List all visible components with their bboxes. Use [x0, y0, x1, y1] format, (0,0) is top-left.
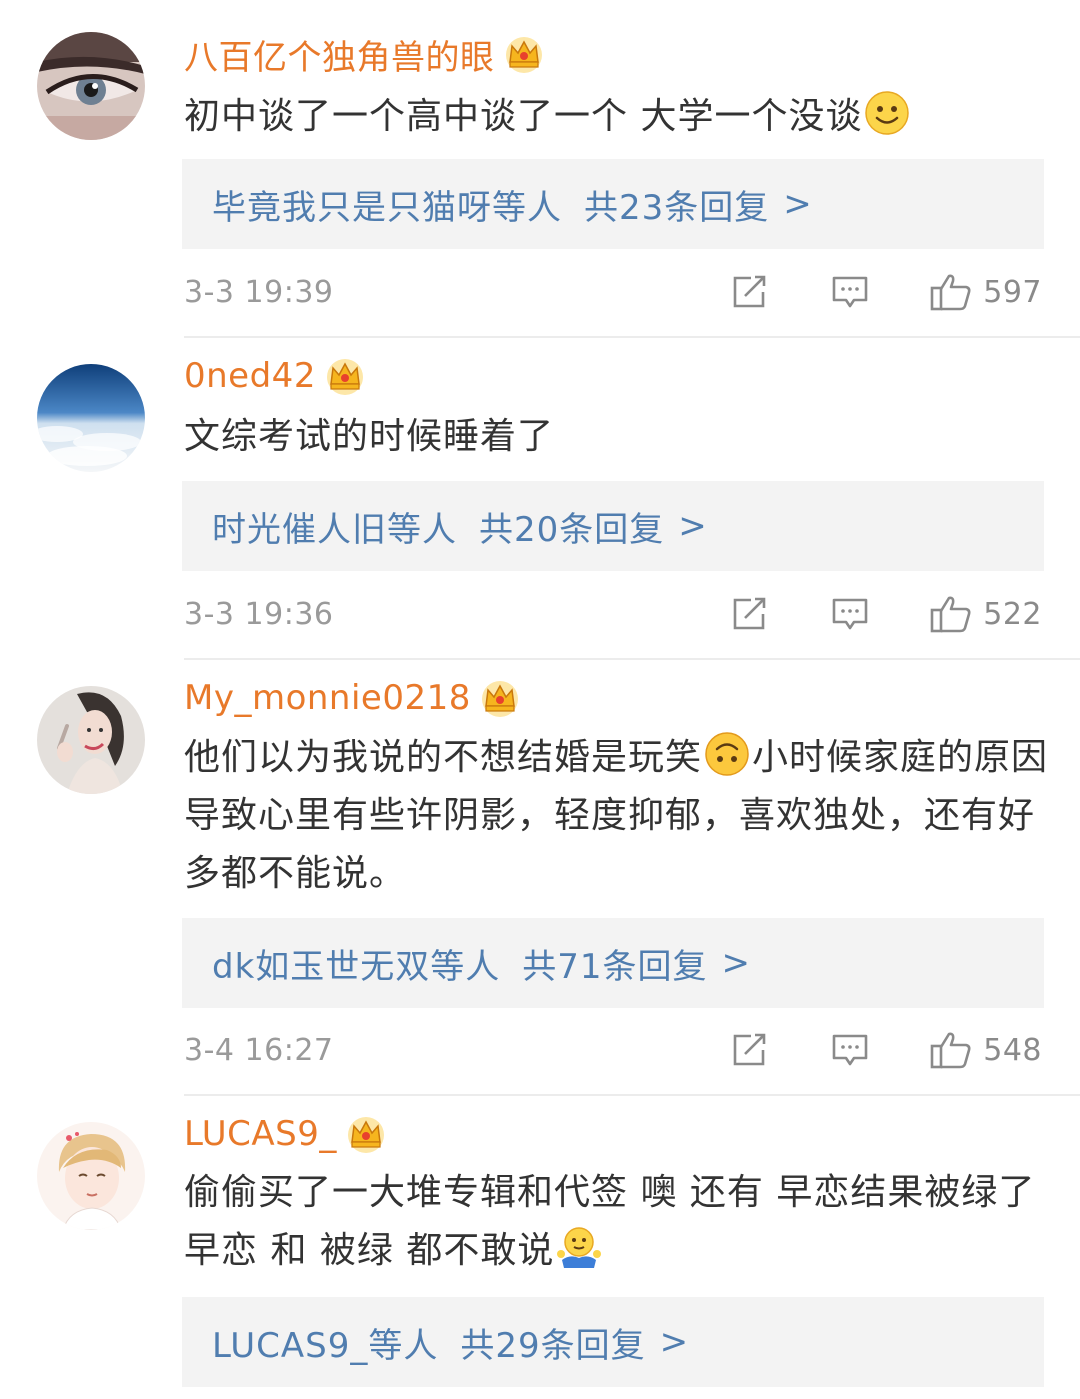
reply-summary[interactable]: dk如玉世无双等人 共71条回复 >	[182, 918, 1044, 1008]
reply-count[interactable]: 共29条回复	[460, 1318, 645, 1367]
share-button[interactable]	[731, 274, 769, 310]
comment-meta: 3-3 19:39 597	[184, 264, 1042, 320]
reply-count[interactable]: 共71条回复	[522, 939, 707, 988]
crown-icon	[347, 1117, 384, 1153]
comment-text: 偷偷买了一大堆专辑和代签 噢 还有 早恋结果被绿了 早恋 和 被绿 都不敢说	[184, 1164, 1054, 1280]
username[interactable]: LUCAS9_	[184, 1114, 337, 1154]
crown-icon	[481, 681, 518, 717]
avatar[interactable]	[37, 686, 145, 794]
timestamp: 3-3 19:39	[184, 274, 334, 310]
divider	[184, 658, 1080, 660]
username[interactable]: 0ned42	[184, 356, 316, 396]
action-bar: 548	[731, 1030, 1042, 1070]
avatar[interactable]	[37, 32, 145, 140]
comment-text: 文综考试的时候睡着了	[184, 408, 1054, 466]
chevron-right-icon: >	[678, 506, 707, 546]
comment-text-content: 偷偷买了一大堆专辑和代签 噢 还有 早恋结果被绿了 早恋 和 被绿 都不敢说	[184, 1172, 1036, 1271]
comment-text: 他们以为我说的不想结婚是玩笑 小时候家庭的原因导致心里有些许阴影，轻度抑郁，喜欢…	[184, 729, 1054, 903]
reply-users[interactable]: LUCAS9_等人	[212, 1318, 438, 1367]
divider	[184, 1094, 1080, 1096]
share-icon	[733, 1033, 766, 1066]
smile-emoji-icon	[865, 91, 910, 135]
comment-button[interactable]	[831, 1032, 869, 1068]
comment-icon	[832, 1034, 868, 1066]
timestamp: 3-4 16:27	[184, 1032, 334, 1068]
username-row: 八百亿个独角兽的眼	[184, 26, 545, 82]
comment-icon	[832, 598, 868, 630]
shrug-emoji-icon	[557, 1227, 602, 1268]
comment-text: 初中谈了一个高中谈了一个 大学一个没谈	[184, 88, 1054, 146]
like-button[interactable]: 548	[929, 1030, 1042, 1070]
reply-users[interactable]: 毕竟我只是只猫呀等人	[212, 180, 562, 229]
like-count: 522	[983, 596, 1042, 632]
username[interactable]: 八百亿个独角兽的眼	[184, 30, 495, 79]
username-row: 0ned42	[184, 348, 366, 404]
reply-count[interactable]: 共23条回复	[584, 180, 769, 229]
reply-summary[interactable]: LUCAS9_等人 共29条回复 >	[182, 1297, 1044, 1387]
thumbs-up-icon	[930, 274, 971, 311]
thumbs-up-icon	[930, 1032, 971, 1069]
chevron-right-icon: >	[721, 943, 751, 983]
share-button[interactable]	[731, 1032, 769, 1068]
comment-button[interactable]	[831, 274, 869, 310]
like-count: 548	[983, 1032, 1042, 1068]
crown-icon	[326, 359, 363, 395]
comment-text-content: 初中谈了一个高中谈了一个 大学一个没谈	[184, 96, 863, 137]
reply-users[interactable]: 时光催人旧等人	[212, 502, 457, 551]
action-bar: 597	[731, 272, 1042, 312]
username-row: My_monnie0218	[184, 670, 521, 726]
comment-icon	[832, 276, 868, 308]
reply-summary[interactable]: 时光催人旧等人 共20条回复 >	[182, 481, 1044, 571]
avatar[interactable]	[37, 1122, 145, 1230]
thumbs-up-icon	[930, 596, 971, 633]
share-button[interactable]	[731, 596, 769, 632]
upside-down-face-emoji-icon	[705, 732, 749, 776]
share-icon	[733, 275, 766, 308]
reply-users[interactable]: dk如玉世无双等人	[212, 939, 500, 988]
like-button[interactable]: 597	[929, 272, 1042, 312]
reply-count[interactable]: 共20条回复	[479, 502, 664, 551]
username-row: LUCAS9_	[184, 1106, 387, 1162]
comment-meta: 3-3 19:36 522	[184, 586, 1042, 642]
action-bar: 522	[731, 594, 1042, 634]
like-button[interactable]: 522	[929, 594, 1042, 634]
username[interactable]: My_monnie0218	[184, 678, 471, 718]
reply-summary[interactable]: 毕竟我只是只猫呀等人 共23条回复 >	[182, 159, 1044, 249]
chevron-right-icon: >	[659, 1322, 689, 1362]
share-icon	[733, 597, 766, 630]
comment-text-content: 他们以为我说的不想结婚是玩笑	[184, 737, 703, 778]
chevron-right-icon: >	[783, 184, 812, 224]
avatar[interactable]	[37, 364, 145, 472]
comment-text-content: 文综考试的时候睡着了	[184, 416, 555, 457]
timestamp: 3-3 19:36	[184, 596, 334, 632]
crown-icon	[505, 37, 542, 73]
like-count: 597	[983, 274, 1042, 310]
comment-meta: 3-4 16:27 548	[184, 1022, 1042, 1078]
divider	[184, 336, 1080, 338]
comment-button[interactable]	[831, 596, 869, 632]
